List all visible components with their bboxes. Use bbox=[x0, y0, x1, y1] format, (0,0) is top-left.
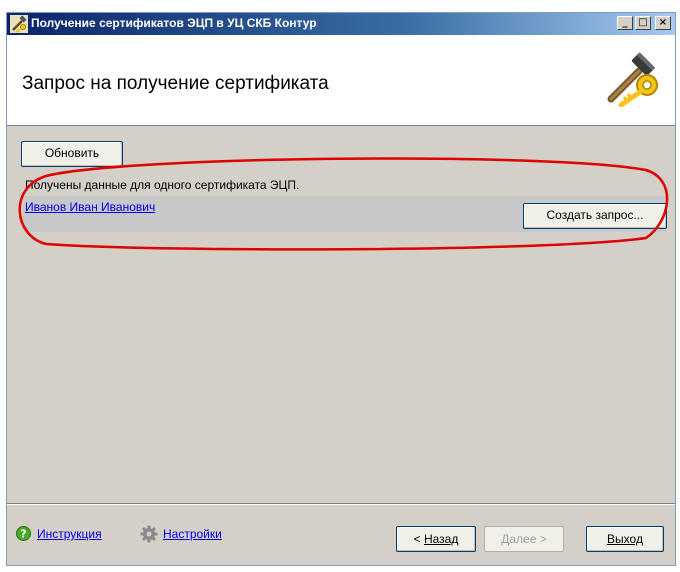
page-title: Запрос на получение сертификата bbox=[22, 73, 329, 94]
maximize-button[interactable]: □ bbox=[635, 16, 651, 30]
settings-link[interactable]: Настройки bbox=[163, 527, 222, 541]
exit-button[interactable]: Выход bbox=[586, 526, 664, 552]
wizard-header: Запрос на получение сертификата bbox=[7, 35, 675, 126]
back-arrow-icon: < bbox=[413, 532, 424, 546]
next-button[interactable]: Далее > bbox=[484, 526, 564, 552]
wizard-window: Получение сертификатов ЭЦП в УЦ СКБ Конт… bbox=[6, 12, 676, 566]
close-icon: × bbox=[658, 17, 668, 28]
next-button-label: Далее bbox=[501, 532, 537, 546]
certificate-row: Иванов Иван Иванович Создать запрос... bbox=[23, 196, 667, 232]
maximize-icon: □ bbox=[638, 17, 648, 28]
app-tools-icon bbox=[10, 15, 28, 33]
minimize-button[interactable]: _ bbox=[617, 16, 633, 30]
back-button-label: Назад bbox=[423, 532, 459, 546]
help-link[interactable]: Инструкция bbox=[37, 527, 102, 541]
close-button[interactable]: × bbox=[655, 16, 671, 30]
gear-icon[interactable] bbox=[140, 525, 158, 543]
next-arrow-icon: > bbox=[536, 532, 547, 546]
title-bar[interactable]: Получение сертификатов ЭЦП в УЦ СКБ Конт… bbox=[7, 13, 675, 35]
minimize-icon: _ bbox=[622, 17, 628, 28]
screen: Получение сертификатов ЭЦП в УЦ СКБ Конт… bbox=[0, 0, 680, 572]
create-request-button[interactable]: Создать запрос... bbox=[523, 203, 667, 229]
window-title: Получение сертификатов ЭЦП в УЦ СКБ Конт… bbox=[31, 16, 317, 30]
svg-text:?: ? bbox=[20, 528, 26, 541]
hammer-key-icon bbox=[607, 52, 658, 107]
exit-button-label: Выход bbox=[607, 532, 643, 546]
certificates-info-text: Получены данные для одного сертификата Э… bbox=[25, 178, 300, 192]
back-button[interactable]: < Назад bbox=[396, 526, 476, 552]
certificate-owner-link[interactable]: Иванов Иван Иванович bbox=[25, 200, 155, 214]
refresh-button[interactable]: Обновить bbox=[21, 141, 123, 167]
help-icon[interactable]: ? bbox=[16, 526, 31, 541]
footer-divider bbox=[7, 503, 675, 505]
